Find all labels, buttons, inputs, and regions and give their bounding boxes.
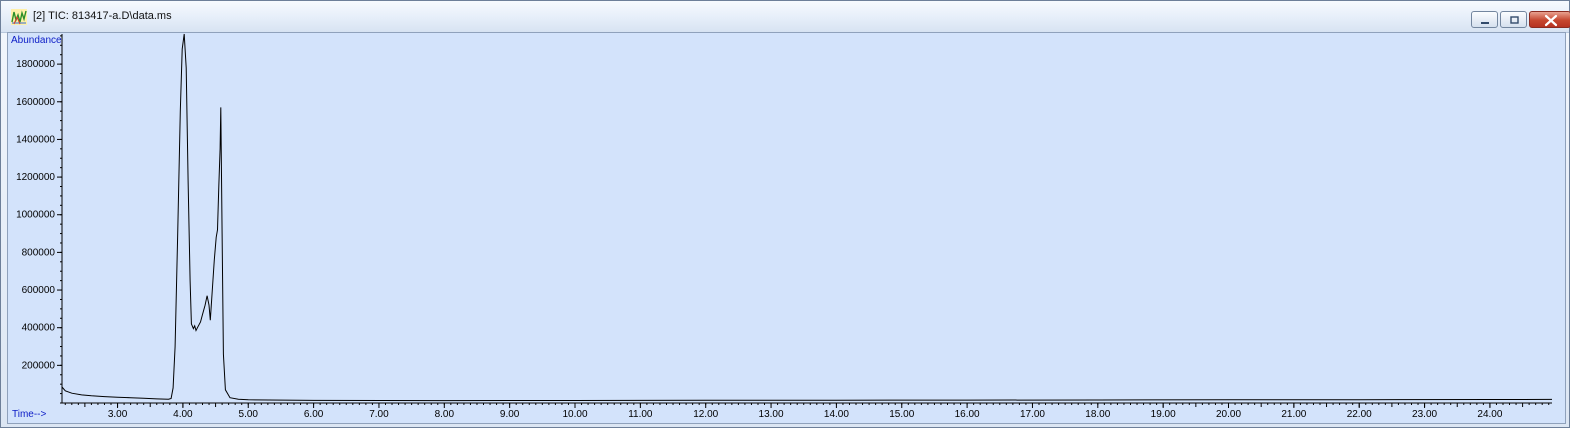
x-tick-label: 23.00 — [1412, 409, 1437, 420]
y-axis-label: Abundance — [11, 35, 62, 46]
x-tick-label: 16.00 — [955, 409, 980, 420]
maximize-button[interactable] — [1500, 11, 1527, 28]
x-tick-label: 10.00 — [562, 409, 587, 420]
chromatogram-window: [2] TIC: 813417-a.D\data.ms 200000 400000… — [0, 0, 1570, 428]
close-button[interactable] — [1529, 11, 1570, 28]
x-tick-label: 3.00 — [108, 409, 128, 420]
y-tick-label: 1600000 — [16, 97, 55, 108]
x-tick-label: 14.00 — [824, 409, 849, 420]
y-tick-label: 1000000 — [16, 210, 55, 221]
x-tick-label: 15.00 — [889, 409, 914, 420]
window-title: [2] TIC: 813417-a.D\data.ms — [33, 10, 172, 22]
y-tick-label: 400000 — [22, 323, 56, 334]
x-tick-label: 11.00 — [628, 409, 653, 420]
minimize-icon — [1481, 22, 1489, 24]
x-tick-label: 20.00 — [1216, 409, 1241, 420]
x-tick-label: 21.00 — [1281, 409, 1306, 420]
x-tick-label: 6.00 — [304, 409, 324, 420]
chart-panel: 200000 400000 600000 800000 1000000 1200000 14… — [7, 32, 1566, 424]
x-tick-label: 19.00 — [1151, 409, 1176, 420]
minimize-button[interactable] — [1471, 11, 1498, 28]
x-tick-label: 8.00 — [435, 409, 455, 420]
chromatogram-app-icon — [11, 9, 27, 25]
x-tick-label: 12.00 — [693, 409, 718, 420]
close-icon — [1544, 14, 1558, 27]
y-tick-label: 800000 — [22, 247, 56, 258]
x-axis-label: Time--> — [12, 409, 47, 420]
x-tick-label: 22.00 — [1347, 409, 1372, 420]
x-tick-label: 5.00 — [239, 409, 259, 420]
y-tick-label: 200000 — [22, 360, 56, 371]
x-tick-label: 7.00 — [369, 409, 389, 420]
y-tick-label: 1800000 — [16, 59, 55, 70]
maximize-icon — [1510, 16, 1519, 24]
tic-series-line-0 — [61, 33, 1553, 402]
x-tick-label: 9.00 — [500, 409, 520, 420]
x-tick-label: 4.00 — [173, 409, 193, 420]
y-tick-label: 600000 — [22, 285, 56, 296]
y-tick-label: 1400000 — [16, 134, 55, 145]
x-tick-label: 24.00 — [1477, 409, 1502, 420]
x-tick-label: 18.00 — [1085, 409, 1110, 420]
x-tick-label: 13.00 — [759, 409, 784, 420]
y-tick-label: 1200000 — [16, 172, 55, 183]
title-bar[interactable]: [2] TIC: 813417-a.D\data.ms — [1, 1, 1570, 33]
x-tick-label: 17.00 — [1020, 409, 1045, 420]
tic-chart: 200000 400000 600000 800000 1000000 1200000 14… — [16, 33, 1553, 420]
